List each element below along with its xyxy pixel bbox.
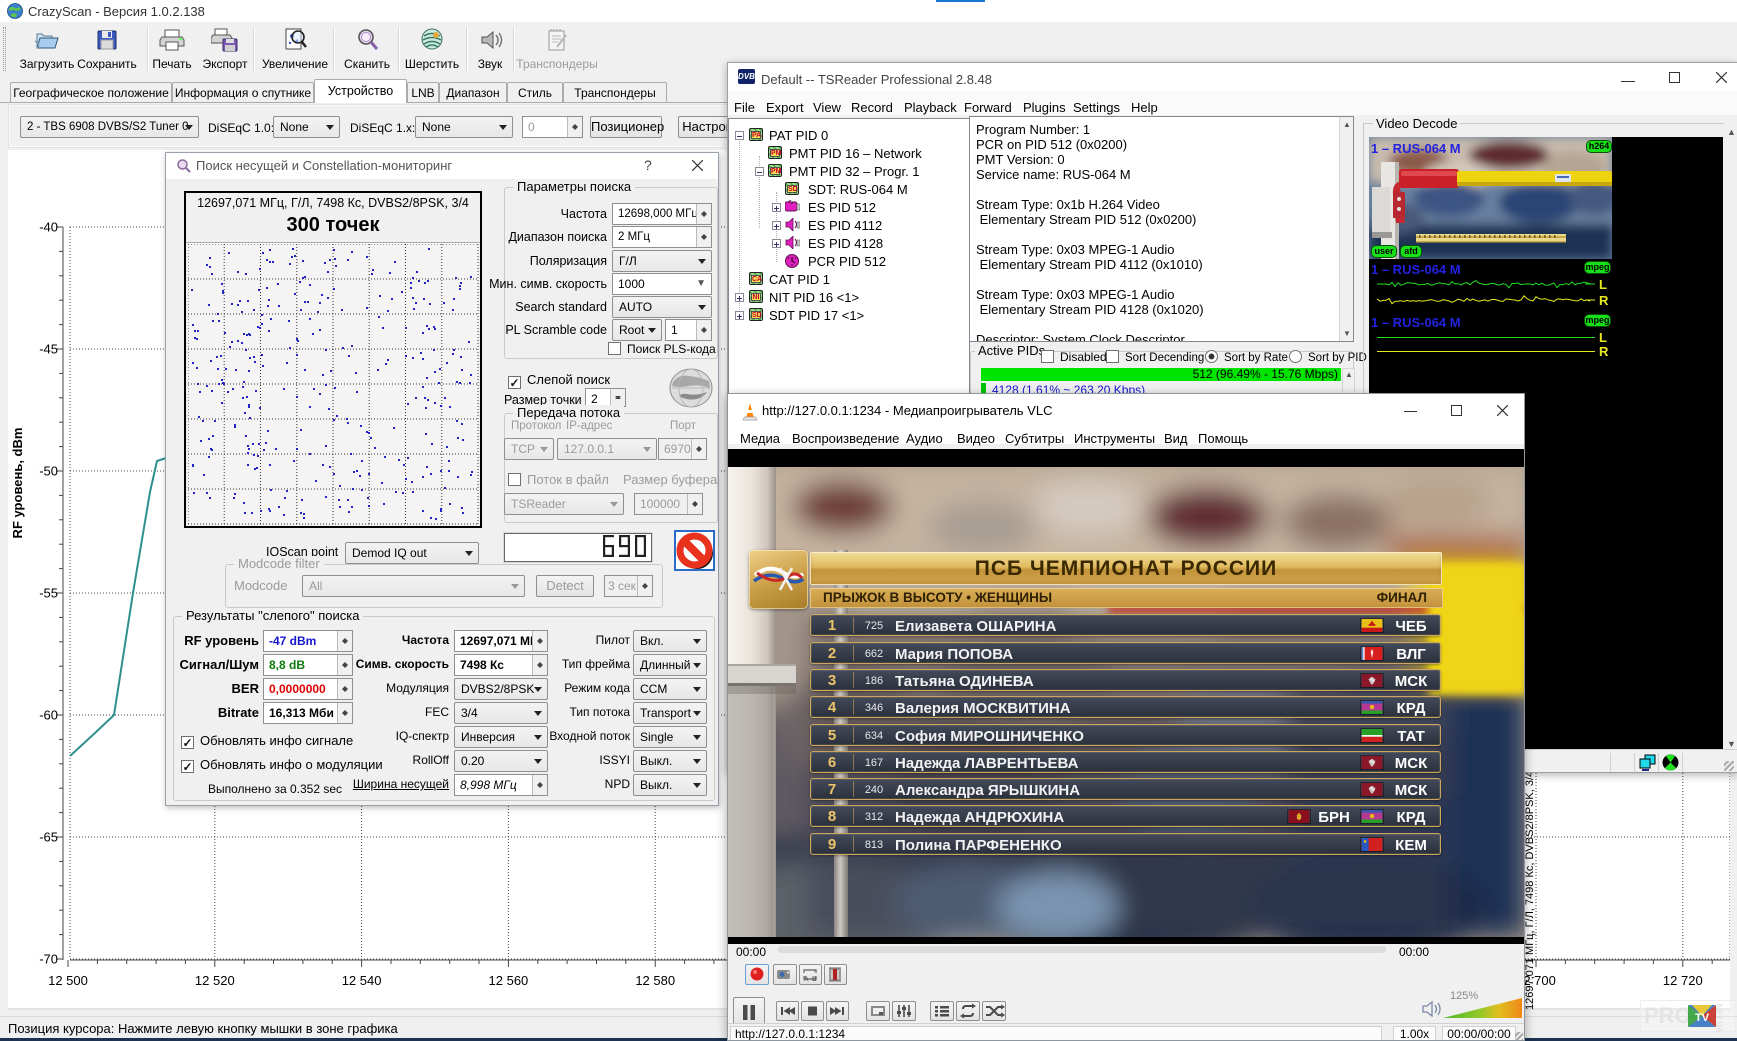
svg-text:-40: -40 [39, 220, 58, 235]
svg-text:12 520: 12 520 [195, 973, 235, 988]
svg-text:12 580: 12 580 [635, 973, 675, 988]
svg-text:-50: -50 [39, 464, 58, 479]
svg-text:12 720: 12 720 [1663, 973, 1703, 988]
svg-text:12 500: 12 500 [48, 973, 88, 988]
svg-text:12 540: 12 540 [342, 973, 382, 988]
svg-text:B: B [812, 976, 817, 983]
svg-text:-70: -70 [39, 952, 58, 967]
svg-text:TV: TV [1695, 1012, 1710, 1024]
svg-text:RF уровень, dBm: RF уровень, dBm [10, 428, 25, 539]
svg-text:-45: -45 [39, 342, 58, 357]
svg-text:12 560: 12 560 [489, 973, 529, 988]
svg-text:-65: -65 [39, 830, 58, 845]
svg-text:-60: -60 [39, 708, 58, 723]
svg-text:12697,071 МГц, Г/Л, 7498 Кс, D: 12697,071 МГц, Г/Л, 7498 Кс, DVBS2/8PSK,… [1524, 772, 1536, 1010]
svg-text:-55: -55 [39, 586, 58, 601]
